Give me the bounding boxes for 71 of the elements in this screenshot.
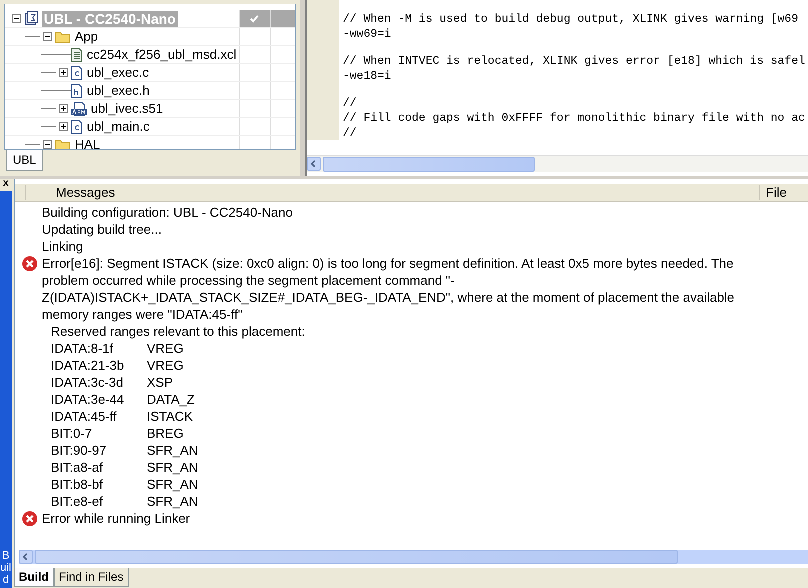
segment-name: BREG (147, 425, 184, 442)
segment-name: ISTACK (147, 408, 193, 425)
c-file-icon (71, 66, 83, 80)
collapse-toggle[interactable] (43, 32, 52, 41)
memory-range: BIT:90-97 (51, 442, 108, 459)
build-message: Reserved ranges relevant to this placement: (50, 323, 306, 340)
tree-item[interactable]: ubl_exec.c (85, 64, 152, 80)
horizontal-scrollbar[interactable] (307, 155, 808, 172)
segment-name: VREG (147, 357, 184, 374)
segment-name: VREG (147, 340, 184, 357)
memory-range: IDATA:8-1f (51, 340, 114, 357)
c-file-icon (71, 120, 83, 134)
chevron-icon (310, 160, 318, 168)
build-message: Building configuration: UBL - CC2540-Nano (42, 204, 294, 221)
build-message: Updating build tree... (42, 221, 163, 238)
project-icon (24, 10, 40, 26)
memory-range: IDATA:3e-44 (51, 391, 126, 408)
code-line: // (343, 126, 358, 141)
segment-name: XSP (147, 374, 174, 391)
memory-range: IDATA:3c-3d (51, 374, 124, 391)
tree-item[interactable]: HAL (73, 136, 102, 149)
table-cell (270, 10, 295, 27)
close-button[interactable]: x (3, 179, 9, 191)
tree-item[interactable]: ubl_ivec.s51 (89, 100, 166, 116)
expand-toggle[interactable] (59, 122, 68, 131)
folder-icon (55, 138, 71, 149)
code-line: // When -M is used to build debug output, XLINK gives warning [w69 (343, 12, 800, 27)
tree-item[interactable]: cc254x_f256_ubl_msd.xcl (85, 46, 239, 62)
workspace-tab[interactable]: UBL (6, 150, 44, 171)
column-header[interactable]: Messages (25, 185, 759, 200)
tree-item[interactable]: App (73, 28, 100, 44)
collapse-toggle[interactable] (43, 140, 52, 149)
error-message: Error while running Linker (42, 510, 192, 527)
segment-name: SFR_AN (147, 442, 198, 459)
segment-name: SFR_AN (147, 476, 198, 493)
segment-name: SFR_AN (147, 459, 198, 476)
panel-tab[interactable]: Find in Files (54, 568, 129, 587)
segment-name: SFR_AN (147, 493, 198, 510)
memory-range: BIT:e8-ef (51, 493, 104, 510)
code-line: // When INTVEC is relocated, XLINK gives error [e18] which is safel (343, 54, 806, 69)
expand-toggle[interactable] (59, 104, 68, 113)
memory-range: BIT:0-7 (51, 425, 94, 442)
collapse-toggle[interactable] (12, 14, 21, 23)
check-icon (250, 14, 260, 22)
code-line: -ww69=i (343, 27, 392, 42)
error-icon (22, 256, 38, 272)
memory-range: IDATA:45-ff (51, 408, 118, 425)
scroll-left-button[interactable] (19, 550, 33, 564)
segment-name: DATA_Z (147, 391, 195, 408)
code-line: // Fill code gaps with 0xFFFF for monolithic binary file with no ac (343, 111, 806, 126)
check-cell[interactable] (238, 10, 270, 27)
scroll-left-button[interactable] (307, 157, 321, 171)
column-header[interactable]: File (759, 185, 808, 200)
memory-range: IDATA:21-3b (51, 357, 126, 374)
chevron-icon (22, 553, 30, 561)
memory-range: BIT:b8-bf (51, 476, 104, 493)
build-message: Linking (42, 238, 84, 255)
panel-side-tab[interactable]: Build (0, 550, 12, 588)
panel-tab[interactable]: Build (14, 568, 54, 587)
code-line: // (343, 96, 358, 111)
asm-file-icon (71, 102, 87, 116)
folder-icon (55, 30, 71, 44)
tree-item[interactable]: ubl_main.c (85, 118, 152, 134)
error-message: Error[e16]: Segment ISTACK (size: 0xc0 align: 0) is too long for segment definition. At least 0x5 more bytes needed. The problem occurred while processing the segment placement command "-Z(IDATA)ISTACK+_IDATA_STACK_SIZE#_IDATA_BEG-_IDATA_END", where at the moment of placement the available memory ranges were "IDATA:45-ff" (42, 255, 736, 323)
expand-toggle[interactable] (59, 68, 68, 77)
tree-item[interactable]: ubl_exec.h (85, 82, 152, 98)
error-icon (22, 511, 38, 527)
code-line: -we18=i (343, 69, 392, 84)
memory-range: BIT:a8-af (51, 459, 104, 476)
h-file-icon (71, 84, 83, 98)
horizontal-scrollbar[interactable] (19, 550, 808, 564)
